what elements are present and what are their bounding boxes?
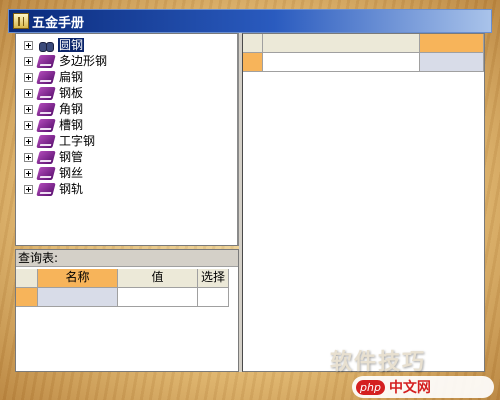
- tree-item-label: 钢丝: [59, 166, 84, 180]
- expand-icon[interactable]: [24, 152, 33, 162]
- grid-cell[interactable]: [420, 53, 484, 72]
- tree-item-label: 槽钢: [59, 118, 84, 132]
- book-icon: [36, 182, 56, 196]
- site-name: 中文网: [388, 380, 431, 396]
- tree-item-8[interactable]: 钢丝: [24, 165, 84, 181]
- tree-item-0[interactable]: 圆钢: [24, 37, 85, 53]
- query-label: 查询表:: [16, 250, 238, 267]
- expand-icon[interactable]: [24, 136, 33, 146]
- tree-item-4[interactable]: 角钢: [24, 101, 84, 117]
- tree-item-1[interactable]: 多边形钢: [24, 53, 108, 69]
- query-panel: 查询表: 名称 值 选择: [15, 249, 239, 372]
- column-header-value[interactable]: 值: [118, 269, 198, 288]
- grid-cell[interactable]: [38, 288, 118, 307]
- grid-cell[interactable]: [118, 288, 198, 307]
- tree-item-2[interactable]: 扁钢: [24, 69, 84, 85]
- tree-item-7[interactable]: 钢管: [24, 149, 84, 165]
- tree-item-label: 钢管: [59, 150, 84, 164]
- expand-icon[interactable]: [24, 40, 33, 50]
- tree-item-3[interactable]: 钢板: [24, 85, 84, 101]
- expand-icon[interactable]: [24, 184, 33, 194]
- tree-item-label: 工字钢: [59, 134, 96, 148]
- expand-icon[interactable]: [24, 120, 33, 130]
- expand-icon[interactable]: [24, 72, 33, 82]
- app-icon: [13, 13, 29, 29]
- row-selector[interactable]: [16, 288, 38, 307]
- tree-item-label: 钢轨: [59, 182, 84, 196]
- book-icon: [36, 54, 56, 68]
- grid-cell[interactable]: [263, 53, 420, 72]
- tree-item-label: 多边形钢: [59, 54, 108, 68]
- book-icon: [36, 166, 56, 180]
- window-title: 五金手册: [32, 15, 85, 31]
- column-header[interactable]: [263, 34, 420, 53]
- column-header-name[interactable]: 名称: [38, 269, 118, 288]
- watermark-text: 软件技巧: [330, 350, 427, 375]
- binoculars-icon: [38, 39, 54, 52]
- tree-item-label: 角钢: [59, 102, 84, 116]
- tree-item-label: 扁钢: [59, 70, 84, 84]
- grid-corner: [16, 269, 38, 288]
- tree-item-label: 圆钢: [58, 38, 85, 52]
- tree-item-6[interactable]: 工字钢: [24, 133, 96, 149]
- grid-cell[interactable]: [198, 288, 229, 307]
- title-bar[interactable]: 五金手册: [8, 9, 492, 33]
- expand-icon[interactable]: [24, 88, 33, 98]
- tree-item-label: 钢板: [59, 86, 84, 100]
- book-icon: [36, 118, 56, 132]
- expand-icon[interactable]: [24, 104, 33, 114]
- result-grid[interactable]: [242, 33, 485, 372]
- book-icon: [36, 134, 56, 148]
- category-tree[interactable]: 圆钢 多边形钢 扁钢 钢板 角钢 槽钢 工字钢 钢管 钢丝 钢轨: [15, 33, 239, 246]
- column-header[interactable]: [420, 34, 484, 53]
- row-selector[interactable]: [243, 53, 263, 72]
- expand-icon[interactable]: [24, 56, 33, 66]
- expand-icon[interactable]: [24, 168, 33, 178]
- php-logo: php: [356, 379, 385, 395]
- book-icon: [36, 102, 56, 116]
- tree-item-5[interactable]: 槽钢: [24, 117, 84, 133]
- tree-item-9[interactable]: 钢轨: [24, 181, 84, 197]
- book-icon: [36, 150, 56, 164]
- book-icon: [36, 86, 56, 100]
- book-icon: [36, 70, 56, 84]
- watermark-logo: php 中文网: [352, 376, 494, 398]
- column-header-select[interactable]: 选择: [198, 269, 229, 288]
- grid-corner: [243, 34, 263, 53]
